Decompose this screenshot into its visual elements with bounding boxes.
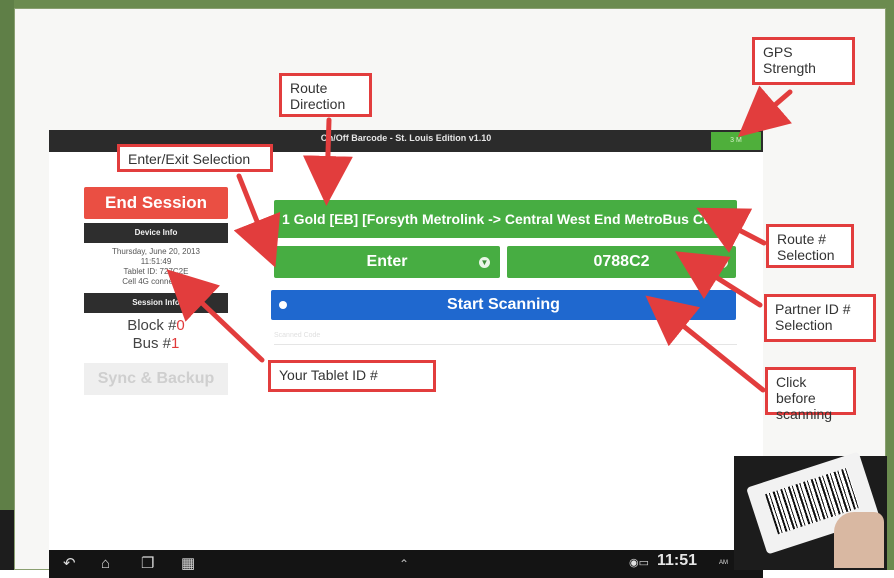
thumb-image [834, 512, 884, 568]
arrow-tablet-id [166, 269, 265, 363]
arrow-partner-id [675, 251, 763, 308]
arrow-enter-exit [233, 173, 281, 268]
arrow-route-direction [302, 117, 353, 206]
arrow-route-number [696, 207, 767, 254]
arrow-start-scanning [645, 295, 766, 393]
arrow-gps-strength [737, 85, 793, 138]
barcode-card-photo [734, 451, 887, 570]
